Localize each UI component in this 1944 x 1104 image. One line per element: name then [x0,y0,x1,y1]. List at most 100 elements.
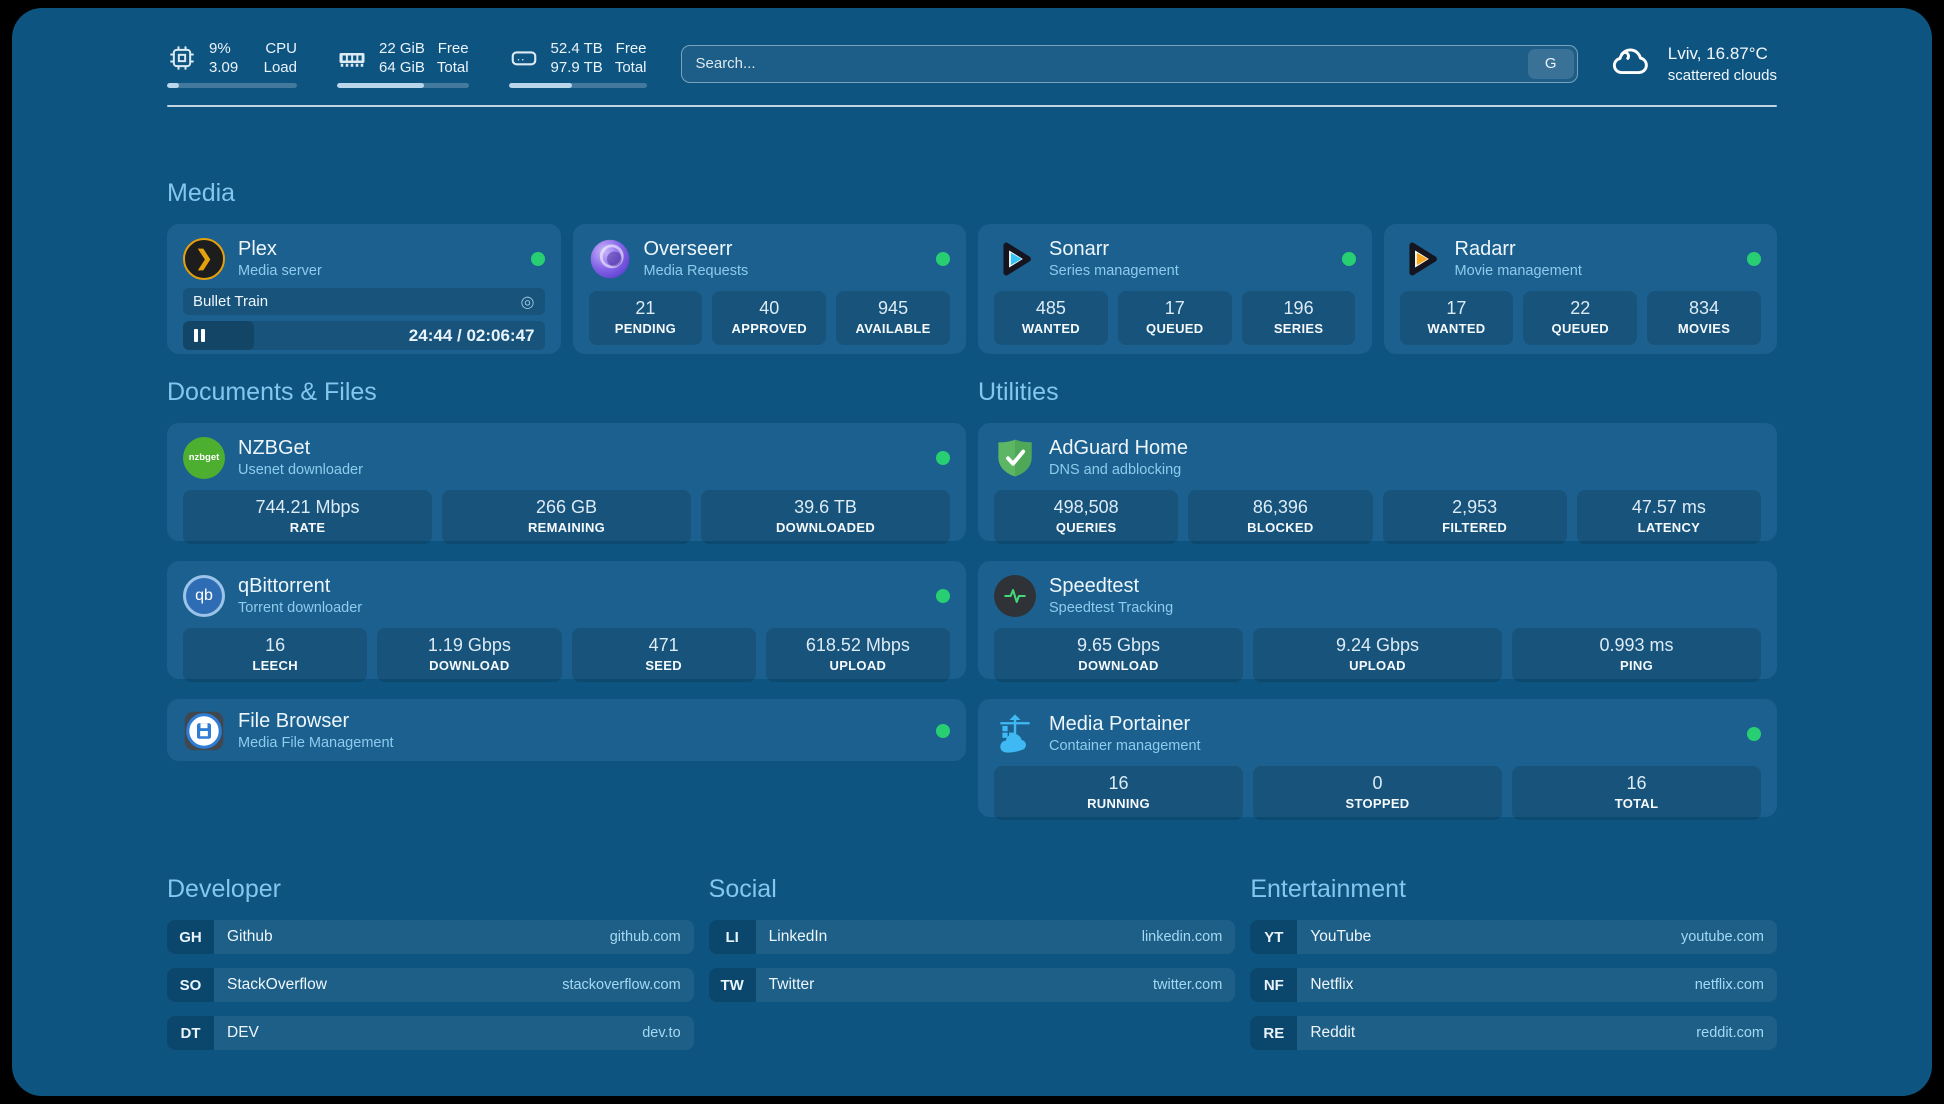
section-title-social: Social [709,875,1236,904]
ram-total-label: Total [437,59,469,76]
stat-tile: 744.21 Mbps RATE [183,490,432,544]
radarr-card[interactable]: Radarr Movie management 17 WANTED 22 QUE… [1384,224,1778,354]
disk-total-label: Total [615,59,647,76]
dashboard: 9% 3.09 CPU Load [12,8,1932,1096]
weather-widget: Lviv, 16.87°C scattered clouds [1608,38,1777,89]
bookmark-abbr: YT [1250,920,1297,954]
playback-time: 24:44 / 02:06:47 [409,326,535,346]
pause-icon[interactable] [194,329,205,342]
section-title-media: Media [167,179,1777,208]
bookmark-label: LinkedIn [769,928,828,946]
bookmark-label: Reddit [1310,1024,1355,1042]
stat-tile: 618.52 Mbps UPLOAD [766,628,950,682]
plex-card[interactable]: ❯ Plex Media server Bullet Train ◎ 24:44… [167,224,561,354]
bookmark-abbr: LI [709,920,756,954]
stat-tile: 17 WANTED [1400,291,1514,345]
bookmark-url: netflix.com [1695,977,1764,993]
status-dot [936,589,950,603]
speedtest-card[interactable]: Speedtest Speedtest Tracking 9.65 Gbps D… [978,561,1777,679]
overseerr-card[interactable]: Overseerr Media Requests 21 PENDING 40 A… [573,224,967,354]
overseerr-icon [589,238,631,280]
cpu-label: CPU [264,40,297,57]
app-description: Media server [238,262,322,280]
app-description: DNS and adblocking [1049,461,1188,479]
sonarr-icon [994,238,1036,280]
stat-tile: 471 SEED [572,628,756,682]
search-engine-button[interactable]: G [1528,49,1574,79]
qbittorrent-icon: qb [183,575,225,617]
media-cards-row: ❯ Plex Media server Bullet Train ◎ 24:44… [167,224,1777,354]
bookmark-github[interactable]: GH Github github.com [167,920,694,954]
now-playing-row: Bullet Train ◎ [183,288,545,315]
bookmark-linkedin[interactable]: LI LinkedIn linkedin.com [709,920,1236,954]
adguard-icon [994,437,1036,479]
bookmark-dev[interactable]: DT DEV dev.to [167,1016,694,1050]
disk-icon [509,43,539,73]
app-description: Media Requests [644,262,749,280]
top-bar: 9% 3.09 CPU Load [167,38,1777,89]
search-bar[interactable]: G [681,45,1578,83]
disk-free-value: 52.4 TB [551,40,603,57]
stat-tile: 2,953 FILTERED [1383,490,1567,544]
filebrowser-card[interactable]: File Browser Media File Management [167,699,966,761]
app-name: Sonarr [1049,237,1179,261]
cpu-progress-bar [167,83,297,88]
portainer-card[interactable]: Media Portainer Container management 16 … [978,699,1777,817]
bookmark-abbr: RE [1250,1016,1297,1050]
system-stats: 9% 3.09 CPU Load [167,40,647,88]
cpu-icon [167,43,197,73]
bookmark-url: dev.to [642,1025,680,1041]
weather-condition: scattered clouds [1668,67,1777,84]
app-name: File Browser [238,709,394,733]
stat-tile: 266 GB REMAINING [442,490,691,544]
stat-tile: 0 STOPPED [1253,766,1502,820]
stat-tile: 16 TOTAL [1512,766,1761,820]
bookmark-netflix[interactable]: NF Netflix netflix.com [1250,968,1777,1002]
app-description: Media File Management [238,734,394,752]
bookmark-twitter[interactable]: TW Twitter twitter.com [709,968,1236,1002]
app-name: Radarr [1455,237,1582,261]
bookmark-label: YouTube [1310,928,1371,946]
nzbget-card[interactable]: nzbget NZBGet Usenet downloader 744.21 M… [167,423,966,541]
bookmark-abbr: TW [709,968,756,1002]
cpu-load-label: Load [264,59,297,76]
stat-tile: 485 WANTED [994,291,1108,345]
qbittorrent-card[interactable]: qb qBittorrent Torrent downloader 16 LEE… [167,561,966,679]
app-name: qBittorrent [238,574,362,598]
bookmark-url: stackoverflow.com [562,977,680,993]
app-name: Overseerr [644,237,749,261]
bookmark-reddit[interactable]: RE Reddit reddit.com [1250,1016,1777,1050]
cpu-stat: 9% 3.09 CPU Load [167,40,297,88]
section-title-developer: Developer [167,875,694,904]
stat-tile: 1.19 Gbps DOWNLOAD [377,628,561,682]
stat-tile: 16 RUNNING [994,766,1243,820]
cpu-load-value: 3.09 [209,59,238,76]
adguard-card[interactable]: AdGuard Home DNS and adblocking 498,508 … [978,423,1777,541]
section-title-documents-files: Documents & Files [167,378,966,407]
sonarr-card[interactable]: Sonarr Series management 485 WANTED 17 Q… [978,224,1372,354]
session-settings-icon[interactable]: ◎ [521,292,535,312]
stat-tile: 22 QUEUED [1523,291,1637,345]
stat-tile: 9.65 Gbps DOWNLOAD [994,628,1243,682]
bookmark-youtube[interactable]: YT YouTube youtube.com [1250,920,1777,954]
status-dot [936,724,950,738]
bookmark-label: StackOverflow [227,976,327,994]
disk-progress-bar [509,83,647,88]
disk-free-label: Free [615,40,647,57]
app-description: Series management [1049,262,1179,280]
app-description: Usenet downloader [238,461,363,479]
stat-tile: 0.993 ms PING [1512,628,1761,682]
now-playing-title: Bullet Train [193,293,268,310]
bookmark-abbr: DT [167,1016,214,1050]
memory-stat: 22 GiB 64 GiB Free Total [337,40,469,88]
bookmark-stackoverflow[interactable]: SO StackOverflow stackoverflow.com [167,968,694,1002]
status-dot [1747,252,1761,266]
player-bar[interactable]: 24:44 / 02:06:47 [183,321,545,350]
disk-total-value: 97.9 TB [551,59,603,76]
nzbget-icon: nzbget [183,437,225,479]
app-name: Plex [238,237,322,261]
ram-free-value: 22 GiB [379,40,425,57]
app-name: AdGuard Home [1049,436,1188,460]
search-input[interactable] [682,55,1528,72]
bookmark-url: reddit.com [1696,1025,1764,1041]
